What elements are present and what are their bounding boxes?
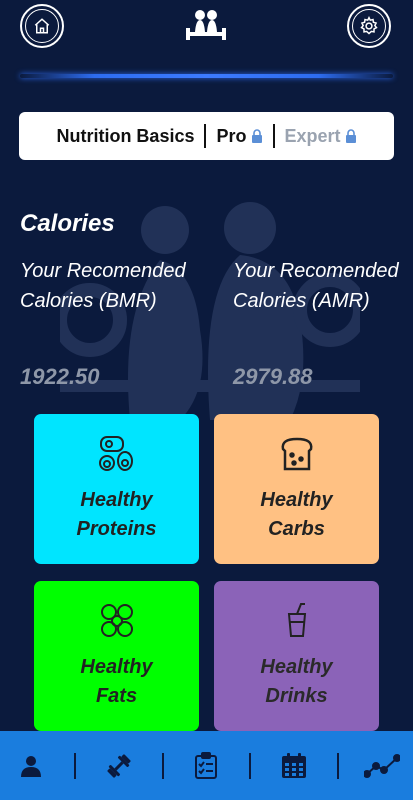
card-line1: Healthy (260, 489, 333, 511)
drink-cup-icon (282, 601, 312, 641)
gym-couple-logo-icon (186, 8, 226, 44)
progress-chart-icon (363, 753, 400, 778)
tab-nutrition-basics[interactable]: Nutrition Basics (46, 126, 204, 147)
user-icon (21, 755, 42, 777)
nav-calendar-button[interactable] (274, 746, 314, 786)
card-line2: Drinks (265, 685, 328, 707)
nutrition-tabs: Nutrition Basics Pro Expert (19, 112, 394, 160)
meat-egg-icon (97, 434, 137, 474)
tab-expert[interactable]: Expert (275, 126, 367, 147)
tab-label: Pro (216, 125, 247, 146)
bread-icon (277, 434, 317, 474)
healthy-carbs-card[interactable]: Healthy Carbs (214, 414, 379, 564)
nav-divider (336, 752, 339, 779)
calendar-icon (281, 752, 306, 778)
nav-workout-button[interactable] (99, 746, 139, 786)
bottom-navigation (0, 731, 413, 800)
healthy-proteins-card[interactable]: Healthy Proteins (34, 414, 199, 564)
card-line2: Proteins (76, 518, 157, 540)
lock-icon (251, 129, 262, 143)
top-bar (0, 0, 413, 80)
tab-pro[interactable]: Pro (206, 126, 272, 147)
nav-plan-button[interactable] (186, 746, 226, 786)
card-line2: Fats (95, 685, 138, 707)
tab-label: Expert (284, 125, 341, 146)
nav-divider (249, 752, 252, 779)
nav-divider (74, 752, 77, 779)
calories-title: Calories (20, 210, 115, 237)
home-icon (25, 9, 59, 43)
card-line2: Carbs (268, 518, 325, 540)
home-button[interactable] (20, 4, 64, 48)
healthy-drinks-card[interactable]: Healthy Drinks (214, 581, 379, 731)
nav-progress-button[interactable] (362, 746, 402, 786)
amr-value: 2979.88 (233, 364, 313, 389)
header-divider (20, 74, 393, 78)
nav-profile-button[interactable] (11, 746, 51, 786)
bmr-label: Your Recomended Calories (BMR) (20, 260, 186, 312)
tab-label: Nutrition Basics (56, 125, 195, 146)
nuts-icon (97, 601, 137, 641)
bmr-value: 1922.50 (20, 364, 100, 389)
nav-divider (161, 752, 164, 779)
lock-icon (345, 129, 356, 143)
healthy-fats-card[interactable]: Healthy Fats (34, 581, 199, 731)
card-line1: Healthy (260, 656, 333, 678)
dumbbell-icon (107, 753, 131, 778)
settings-button[interactable] (347, 4, 391, 48)
card-line1: Healthy (80, 656, 153, 678)
amr-label: Your Recomended Calories (AMR) (233, 260, 399, 312)
card-line1: Healthy (80, 489, 153, 511)
gear-icon (352, 9, 386, 43)
clipboard-checklist-icon (195, 751, 218, 779)
